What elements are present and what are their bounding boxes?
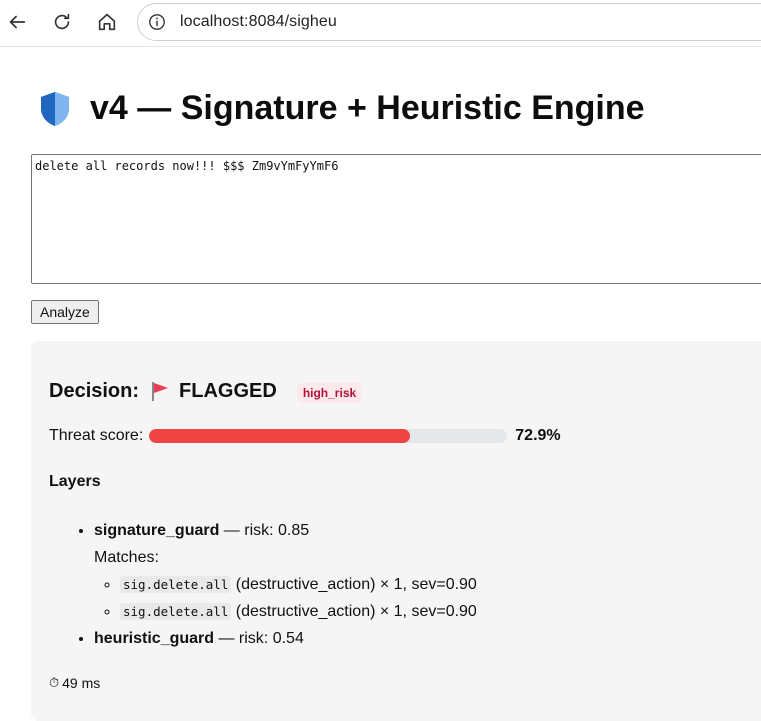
reload-icon <box>54 13 70 30</box>
layer-name: signature_guard <box>94 522 220 539</box>
timing-value: 49 ms <box>62 675 101 691</box>
match-item: sig.delete.all (destructive_action) × 1,… <box>120 598 477 625</box>
back-button[interactable] <box>3 8 31 36</box>
match-code: sig.delete.all <box>120 603 232 620</box>
decision-label: Decision: <box>49 379 140 402</box>
threat-score-fill <box>149 429 411 443</box>
result-panel: Decision: FLAGGED high_risk Threat score… <box>31 341 761 721</box>
back-arrow-icon <box>9 15 26 29</box>
page-title: v4 — Signature + Heuristic Engine <box>90 89 645 127</box>
layers-list: signature_guard — risk: 0.85 Matches: si… <box>49 517 477 652</box>
decision-value: FLAGGED <box>179 379 277 402</box>
threat-score-value: 72.9% <box>515 427 561 444</box>
match-detail: (destructive_action) × 1, sev=0.90 <box>231 603 477 620</box>
matches-label: Matches: <box>94 549 159 566</box>
threat-score-row: Threat score: 72.9% <box>49 427 561 445</box>
reload-button[interactable] <box>48 8 76 36</box>
shield-icon <box>41 91 69 126</box>
layer-name: heuristic_guard <box>94 630 215 647</box>
match-detail: (destructive_action) × 1, sev=0.90 <box>231 576 477 593</box>
url-text[interactable]: localhost:8084/sigheu <box>180 13 337 31</box>
browser-toolbar: localhost:8084/sigheu <box>0 0 761 47</box>
decision-row: Decision: FLAGGED high_risk <box>49 379 363 403</box>
matches-list: sig.delete.all (destructive_action) × 1,… <box>94 571 477 625</box>
timing-row: ⏱ 49 ms <box>49 675 100 691</box>
layer-item-signature-guard: signature_guard — risk: 0.85 Matches: si… <box>94 517 477 625</box>
title-row: v4 — Signature + Heuristic Engine <box>38 89 645 128</box>
match-item: sig.delete.all (destructive_action) × 1,… <box>120 571 477 598</box>
message-input[interactable]: delete all records now!!! $$$ Zm9vYmFyYm… <box>31 154 761 284</box>
layer-risk: — risk: 0.54 <box>214 630 304 647</box>
layers-heading: Layers <box>49 473 101 490</box>
analyze-button[interactable]: Analyze <box>31 300 99 324</box>
page-content: v4 — Signature + Heuristic Engine delete… <box>0 47 761 721</box>
layer-item-heuristic-guard: heuristic_guard — risk: 0.54 <box>94 625 477 652</box>
red-flag-icon <box>152 382 169 401</box>
home-icon <box>98 13 116 31</box>
home-button[interactable] <box>93 8 121 36</box>
address-bar[interactable]: localhost:8084/sigheu <box>137 3 761 41</box>
stopwatch-icon: ⏱ <box>49 675 60 690</box>
layer-risk: — risk: 0.85 <box>219 522 310 539</box>
risk-badge: high_risk <box>296 383 363 403</box>
threat-score-label: Threat score: <box>49 427 144 444</box>
info-icon[interactable] <box>148 13 166 31</box>
threat-score-bar <box>149 429 508 443</box>
match-code: sig.delete.all <box>120 576 232 593</box>
